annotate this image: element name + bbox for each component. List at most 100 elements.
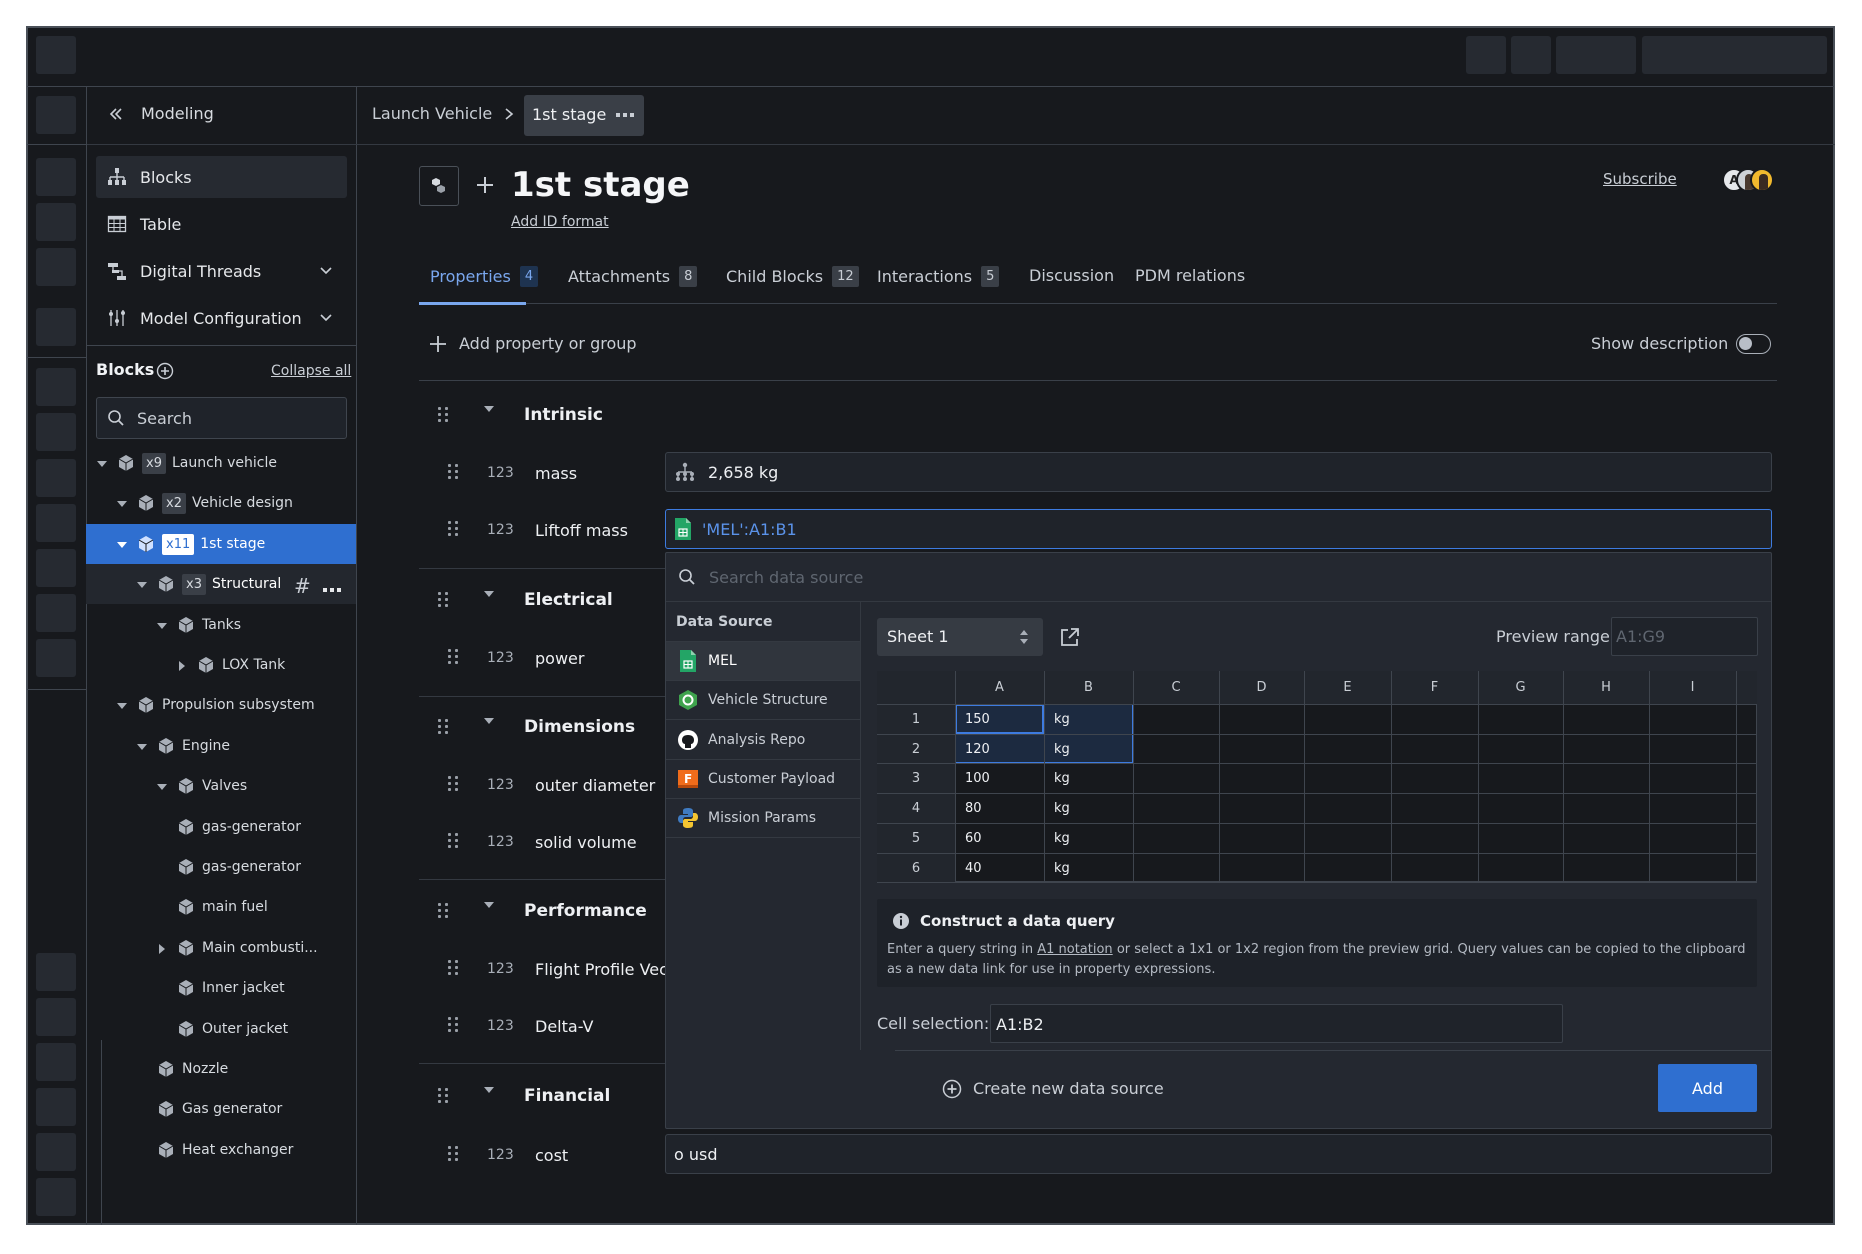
tree-item[interactable]: x3 Structural # (86, 564, 356, 604)
caret-down-icon[interactable] (484, 406, 494, 431)
rail-nav-button[interactable] (36, 1178, 76, 1216)
rail-nav-button[interactable] (36, 158, 76, 196)
datasource-item[interactable]: F Customer Payload (666, 760, 860, 799)
sidebar-item-table[interactable]: Table (96, 203, 347, 245)
sidebar-item-blocks[interactable]: Blocks (96, 156, 347, 198)
grid-cell[interactable] (1143, 793, 1219, 823)
grid-cell[interactable] (1314, 734, 1391, 764)
rail-nav-button[interactable] (36, 1043, 76, 1081)
grid-cell[interactable] (1401, 853, 1478, 883)
grid-cell[interactable] (1573, 704, 1649, 734)
grid-cell[interactable] (1401, 763, 1478, 793)
more-icon[interactable] (322, 581, 342, 592)
grid-cell[interactable] (1659, 823, 1736, 853)
grid-cell[interactable]: 120 (965, 734, 1044, 764)
rail-nav-button[interactable] (36, 639, 76, 677)
rail-nav-button[interactable] (36, 413, 76, 451)
grid-cell[interactable] (1401, 823, 1478, 853)
drag-handle[interactable] (438, 407, 448, 423)
a1-notation-link[interactable]: A1 notation (1037, 942, 1112, 957)
id-format-icon[interactable]: # (294, 574, 311, 598)
grid-column-header[interactable]: G (1478, 671, 1563, 704)
grid-cell[interactable] (1573, 823, 1649, 853)
grid-cell[interactable] (1314, 823, 1391, 853)
grid-cell[interactable] (1229, 793, 1304, 823)
caret-down-icon[interactable] (156, 781, 168, 793)
grid-cell[interactable] (1659, 763, 1736, 793)
tree-item[interactable]: Tanks (86, 605, 356, 645)
caret-down-icon[interactable] (136, 1145, 148, 1157)
rail-nav-button[interactable] (36, 1133, 76, 1171)
sheet-select[interactable]: Sheet 1 (877, 618, 1043, 656)
grid-cell[interactable] (1143, 734, 1219, 764)
cell-selection-input[interactable]: A1:B2 (990, 1004, 1563, 1043)
caret-down-icon[interactable] (156, 862, 168, 874)
drag-handle[interactable] (438, 719, 448, 735)
topbar-button-3[interactable] (1556, 36, 1636, 74)
rail-nav-button[interactable] (36, 504, 76, 542)
grid-cell[interactable] (1143, 704, 1219, 734)
grid-cell[interactable]: kg (1054, 823, 1133, 853)
add-id-format-link[interactable]: Add ID format (511, 215, 609, 229)
grid-cell[interactable] (1488, 793, 1563, 823)
grid-cell[interactable] (1573, 793, 1649, 823)
grid-cell[interactable] (1143, 763, 1219, 793)
tab-interactions[interactable]: Interactions 5 (877, 266, 1000, 287)
grid-cell[interactable]: kg (1054, 853, 1133, 883)
tree-item[interactable]: Inner jacket (86, 968, 356, 1008)
collapse-sidebar-icon[interactable] (106, 104, 126, 124)
grid-cell[interactable] (1229, 853, 1304, 883)
grid-row-header[interactable]: 5 (877, 823, 955, 853)
caret-down-icon[interactable] (484, 1087, 494, 1112)
caret-down-icon[interactable] (116, 700, 128, 712)
grid-column-header[interactable]: D (1219, 671, 1304, 704)
grid-cell[interactable] (1229, 763, 1304, 793)
tree-item[interactable]: Heat exchanger (86, 1130, 356, 1170)
grid-cell[interactable] (1488, 734, 1563, 764)
grid-cell[interactable]: kg (1054, 763, 1133, 793)
drag-handle[interactable] (448, 1017, 458, 1033)
breadcrumb-parent[interactable]: Launch Vehicle (372, 106, 492, 122)
drag-handle[interactable] (448, 649, 458, 665)
chevron-down-icon[interactable] (319, 309, 333, 328)
grid-cell[interactable] (1573, 734, 1649, 764)
tree-item[interactable]: gas-generator (86, 847, 356, 887)
subscribe-link[interactable]: Subscribe (1603, 172, 1677, 187)
rail-nav-button[interactable] (36, 953, 76, 991)
property-value-field[interactable]: 2,658 kg (665, 452, 1772, 492)
sidebar-item-digital-threads[interactable]: Digital Threads (96, 250, 347, 292)
rail-nav-button[interactable] (36, 308, 76, 346)
tree-item[interactable]: x11 1st stage (86, 524, 356, 564)
caret-down-icon[interactable] (156, 902, 168, 914)
chevron-down-icon[interactable] (319, 262, 333, 281)
tab-pdm-relations[interactable]: PDM relations (1135, 266, 1245, 285)
tree-item[interactable]: gas-generator (86, 807, 356, 847)
grid-cell[interactable]: 40 (965, 853, 1044, 883)
drag-handle[interactable] (448, 776, 458, 792)
grid-row-header[interactable]: 2 (877, 734, 955, 764)
grid-cell[interactable] (1659, 853, 1736, 883)
avatar-group[interactable]: A (1722, 168, 1778, 192)
caret-down-icon[interactable] (136, 1064, 148, 1076)
collapse-all-link[interactable]: Collapse all (271, 364, 351, 378)
datasource-item[interactable]: Mission Params (666, 799, 860, 838)
add-block-icon[interactable] (155, 361, 175, 381)
tree-item[interactable]: Gas generator (86, 1089, 356, 1129)
grid-row-header[interactable]: 1 (877, 704, 955, 734)
more-icon[interactable] (614, 107, 636, 123)
tree-item[interactable]: Engine (86, 726, 356, 766)
tree-item[interactable]: Valves (86, 766, 356, 806)
grid-cell[interactable] (1401, 734, 1478, 764)
tree-item[interactable]: main fuel (86, 887, 356, 927)
grid-cell[interactable]: 80 (965, 793, 1044, 823)
grid-cell[interactable] (1314, 853, 1391, 883)
drag-handle[interactable] (448, 960, 458, 976)
grid-cell[interactable] (1488, 823, 1563, 853)
tab-properties[interactable]: Properties 4 (430, 266, 539, 287)
tab-attachments[interactable]: Attachments 8 (568, 266, 698, 287)
grid-cell[interactable] (1401, 704, 1478, 734)
grid-cell[interactable] (1229, 823, 1304, 853)
caret-down-icon[interactable] (484, 902, 494, 927)
rail-nav-button[interactable] (36, 549, 76, 587)
datasource-item[interactable]: Analysis Repo (666, 721, 860, 760)
